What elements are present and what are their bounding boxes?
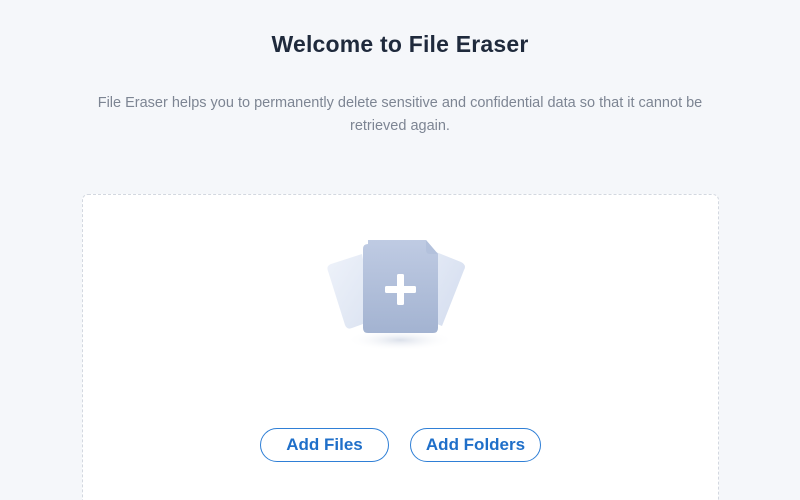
dropzone-actions: Add Files Add Folders (0, 428, 800, 462)
add-files-button[interactable]: Add Files (260, 428, 389, 462)
page-description: File Eraser helps you to permanently del… (97, 95, 703, 134)
file-eraser-welcome-page: Welcome to File Eraser File Eraser helps… (0, 0, 800, 500)
add-files-icon[interactable] (318, 228, 482, 358)
add-folders-button[interactable]: Add Folders (410, 428, 541, 462)
page-title: Welcome to File Eraser (271, 31, 529, 57)
